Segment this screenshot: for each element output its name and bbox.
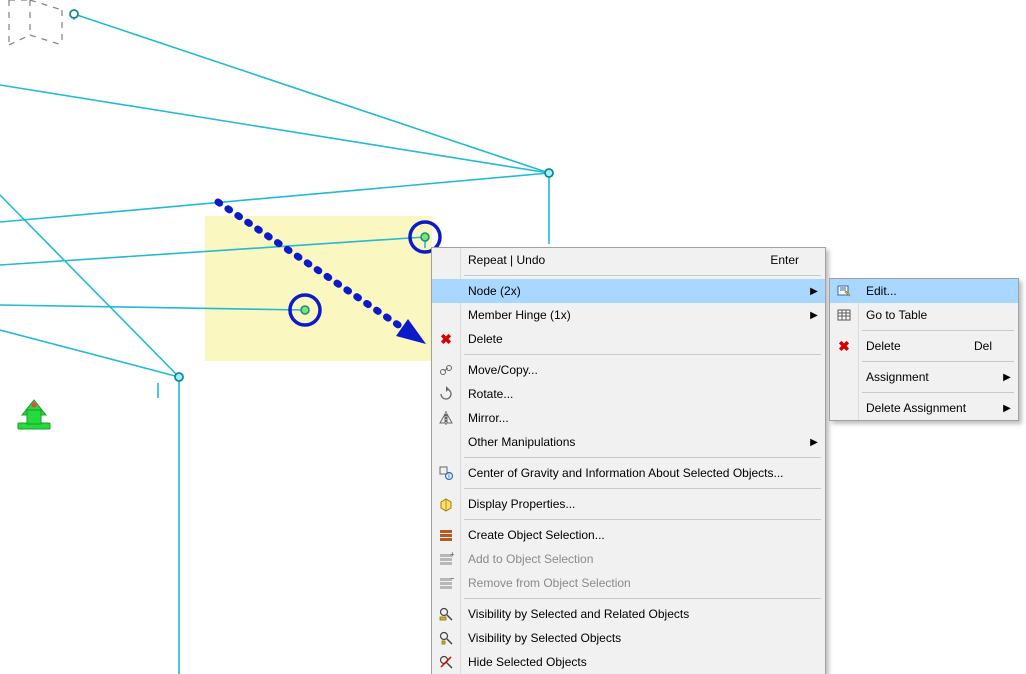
menu-item-label: Member Hinge (1x): [460, 308, 807, 322]
menu-create-obj-sel[interactable]: Create Object Selection...: [432, 523, 825, 547]
table-icon: [836, 307, 852, 323]
menu-item-label: Other Manipulations: [460, 435, 807, 449]
menu-rotate[interactable]: Rotate...: [432, 382, 825, 406]
menu-delete[interactable]: ✖ Delete: [432, 327, 825, 351]
svg-text:−: −: [450, 575, 454, 583]
menu-repeat-undo[interactable]: Repeat | Undo Enter: [432, 248, 825, 272]
move-copy-icon: [438, 362, 454, 378]
edit-icon: [836, 283, 852, 299]
menu-other-manipulations[interactable]: Other Manipulations ▶: [432, 430, 825, 454]
mirror-icon: [438, 410, 454, 426]
menu-item-label: Rotate...: [460, 387, 807, 401]
rotate-icon: [438, 386, 454, 402]
menu-item-label: Display Properties...: [460, 497, 807, 511]
menu-separator: [830, 389, 1018, 396]
menu-item-label: Mirror...: [460, 411, 807, 425]
menu-separator: [432, 516, 825, 523]
menu-mirror[interactable]: Mirror...: [432, 406, 825, 430]
menu-item-label: Center of Gravity and Information About …: [460, 466, 807, 480]
sub-menu-node[interactable]: Edit... Go to Table ✖ Delete Del Assignm…: [829, 278, 1019, 421]
menu-separator: [432, 454, 825, 461]
menu-item-label: Visibility by Selected Objects: [460, 631, 807, 645]
node-selected[interactable]: [301, 306, 309, 314]
selection-rectangle: [205, 216, 432, 361]
node[interactable]: [70, 10, 78, 18]
menu-separator: [830, 358, 1018, 365]
menu-separator: [830, 327, 1018, 334]
context-menu[interactable]: Repeat | Undo Enter Node (2x) ▶ Member H…: [431, 247, 826, 674]
submenu-delete-assignment[interactable]: Delete Assignment ▶: [830, 396, 1018, 420]
svg-text:+: +: [450, 551, 454, 559]
menu-item-label: Delete Assignment: [858, 401, 1000, 415]
node[interactable]: [545, 169, 553, 177]
menu-item-label: Assignment: [858, 370, 1000, 384]
menu-vis-selected[interactable]: Visibility by Selected Objects: [432, 626, 825, 650]
submenu-delete[interactable]: ✖ Delete Del: [830, 334, 1018, 358]
menu-item-label: Add to Object Selection: [460, 552, 807, 566]
menu-cog-info[interactable]: i Center of Gravity and Information Abou…: [432, 461, 825, 485]
support-symbol: [18, 400, 50, 429]
display-props-icon: [438, 496, 454, 512]
menu-display-properties[interactable]: Display Properties...: [432, 492, 825, 516]
submenu-goto-table[interactable]: Go to Table: [830, 303, 1018, 327]
menu-item-label: Edit...: [858, 284, 1000, 298]
vis-selected-icon: [438, 630, 454, 646]
menu-item-label: Delete: [858, 339, 974, 353]
create-obj-sel-icon: [438, 527, 454, 543]
node[interactable]: [175, 373, 183, 381]
menu-item-label: Delete: [460, 332, 807, 346]
menu-node[interactable]: Node (2x) ▶: [432, 279, 825, 303]
menu-item-accelerator: Enter: [770, 253, 807, 267]
submenu-edit[interactable]: Edit...: [830, 279, 1018, 303]
submenu-arrow-icon: ▶: [807, 286, 825, 297]
menu-item-label: Move/Copy...: [460, 363, 807, 377]
menu-move-copy[interactable]: Move/Copy...: [432, 358, 825, 382]
menu-member-hinge[interactable]: Member Hinge (1x) ▶: [432, 303, 825, 327]
add-obj-sel-icon: +: [438, 551, 454, 567]
menu-item-label: Node (2x): [460, 284, 807, 298]
node-selected[interactable]: [421, 233, 429, 241]
menu-item-label: Hide Selected Objects: [460, 655, 807, 669]
menu-item-label: Create Object Selection...: [460, 528, 807, 542]
menu-item-label: Go to Table: [858, 308, 1000, 322]
submenu-arrow-icon: ▶: [807, 310, 825, 321]
cog-info-icon: i: [438, 465, 454, 481]
menu-separator: [432, 595, 825, 602]
menu-item-label: Visibility by Selected and Related Objec…: [460, 607, 807, 621]
submenu-arrow-icon: ▶: [1000, 372, 1018, 383]
menu-separator: [432, 351, 825, 358]
submenu-assignment[interactable]: Assignment ▶: [830, 365, 1018, 389]
menu-hide-selected[interactable]: Hide Selected Objects: [432, 650, 825, 674]
menu-separator: [432, 272, 825, 279]
menu-item-label: Repeat | Undo: [460, 253, 770, 267]
menu-separator: [432, 485, 825, 492]
delete-icon: ✖: [440, 332, 452, 346]
hidden-box: [9, 0, 62, 45]
delete-icon: ✖: [838, 339, 850, 353]
vis-sel-related-icon: [438, 606, 454, 622]
remove-obj-sel-icon: −: [438, 575, 454, 591]
hide-selected-icon: [438, 654, 454, 670]
menu-add-obj-sel: + Add to Object Selection: [432, 547, 825, 571]
menu-remove-obj-sel: − Remove from Object Selection: [432, 571, 825, 595]
menu-item-accelerator: Del: [974, 339, 1000, 353]
submenu-arrow-icon: ▶: [807, 437, 825, 448]
menu-item-label: Remove from Object Selection: [460, 576, 807, 590]
submenu-arrow-icon: ▶: [1000, 403, 1018, 414]
menu-vis-sel-related[interactable]: Visibility by Selected and Related Objec…: [432, 602, 825, 626]
